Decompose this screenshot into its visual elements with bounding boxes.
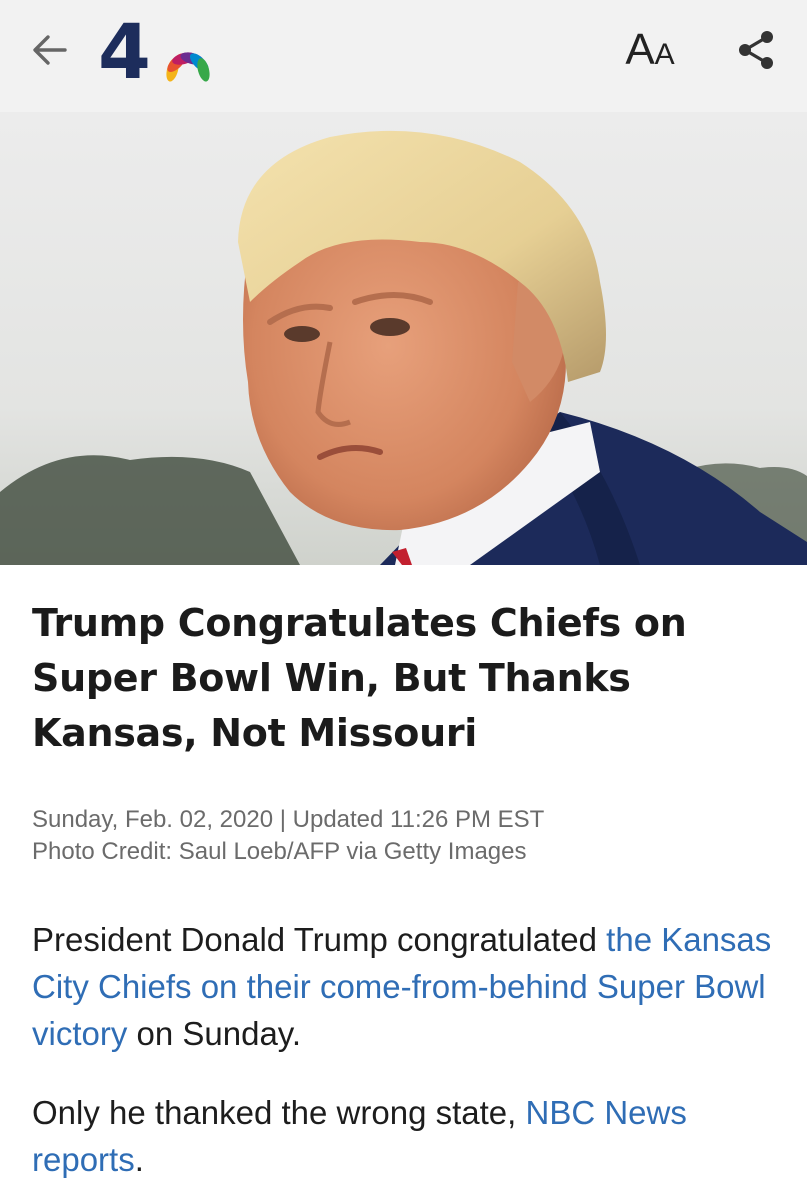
paragraph-text: on Sunday. bbox=[127, 1015, 302, 1052]
article-paragraph-2: Only he thanked the wrong state, NBC New… bbox=[32, 1089, 782, 1183]
paragraph-text: President Donald Trump congratulated bbox=[32, 921, 607, 958]
paragraph-text: . bbox=[134, 1141, 144, 1178]
article-headline: Trump Congratulates Chiefs on Super Bowl… bbox=[32, 601, 687, 755]
article-paragraph-1: President Donald Trump congratulated the… bbox=[32, 916, 782, 1057]
logo-channel-number: 4 bbox=[98, 14, 151, 86]
peacock-icon bbox=[166, 52, 210, 82]
top-app-bar: 4 AA bbox=[0, 0, 807, 112]
nbc4-logo[interactable]: 4 bbox=[98, 7, 224, 96]
text-size-button[interactable]: AA bbox=[612, 20, 688, 80]
photo-credit: Photo Credit: Saul Loeb/AFP via Getty Im… bbox=[32, 838, 527, 865]
text-size-large-glyph: A bbox=[625, 25, 655, 74]
back-button[interactable] bbox=[26, 30, 72, 70]
article-meta: Sunday, Feb. 02, 2020 | Updated 11:26 PM… bbox=[32, 804, 544, 868]
paragraph-text: Only he thanked the wrong state, bbox=[32, 1094, 526, 1131]
hero-photo bbox=[0, 112, 807, 565]
text-size-small-glyph: A bbox=[654, 38, 675, 71]
share-button[interactable] bbox=[732, 26, 780, 74]
dateline: Sunday, Feb. 02, 2020 | Updated 11:26 PM… bbox=[32, 806, 545, 833]
share-icon bbox=[739, 31, 773, 69]
arrow-left-icon bbox=[33, 35, 67, 65]
